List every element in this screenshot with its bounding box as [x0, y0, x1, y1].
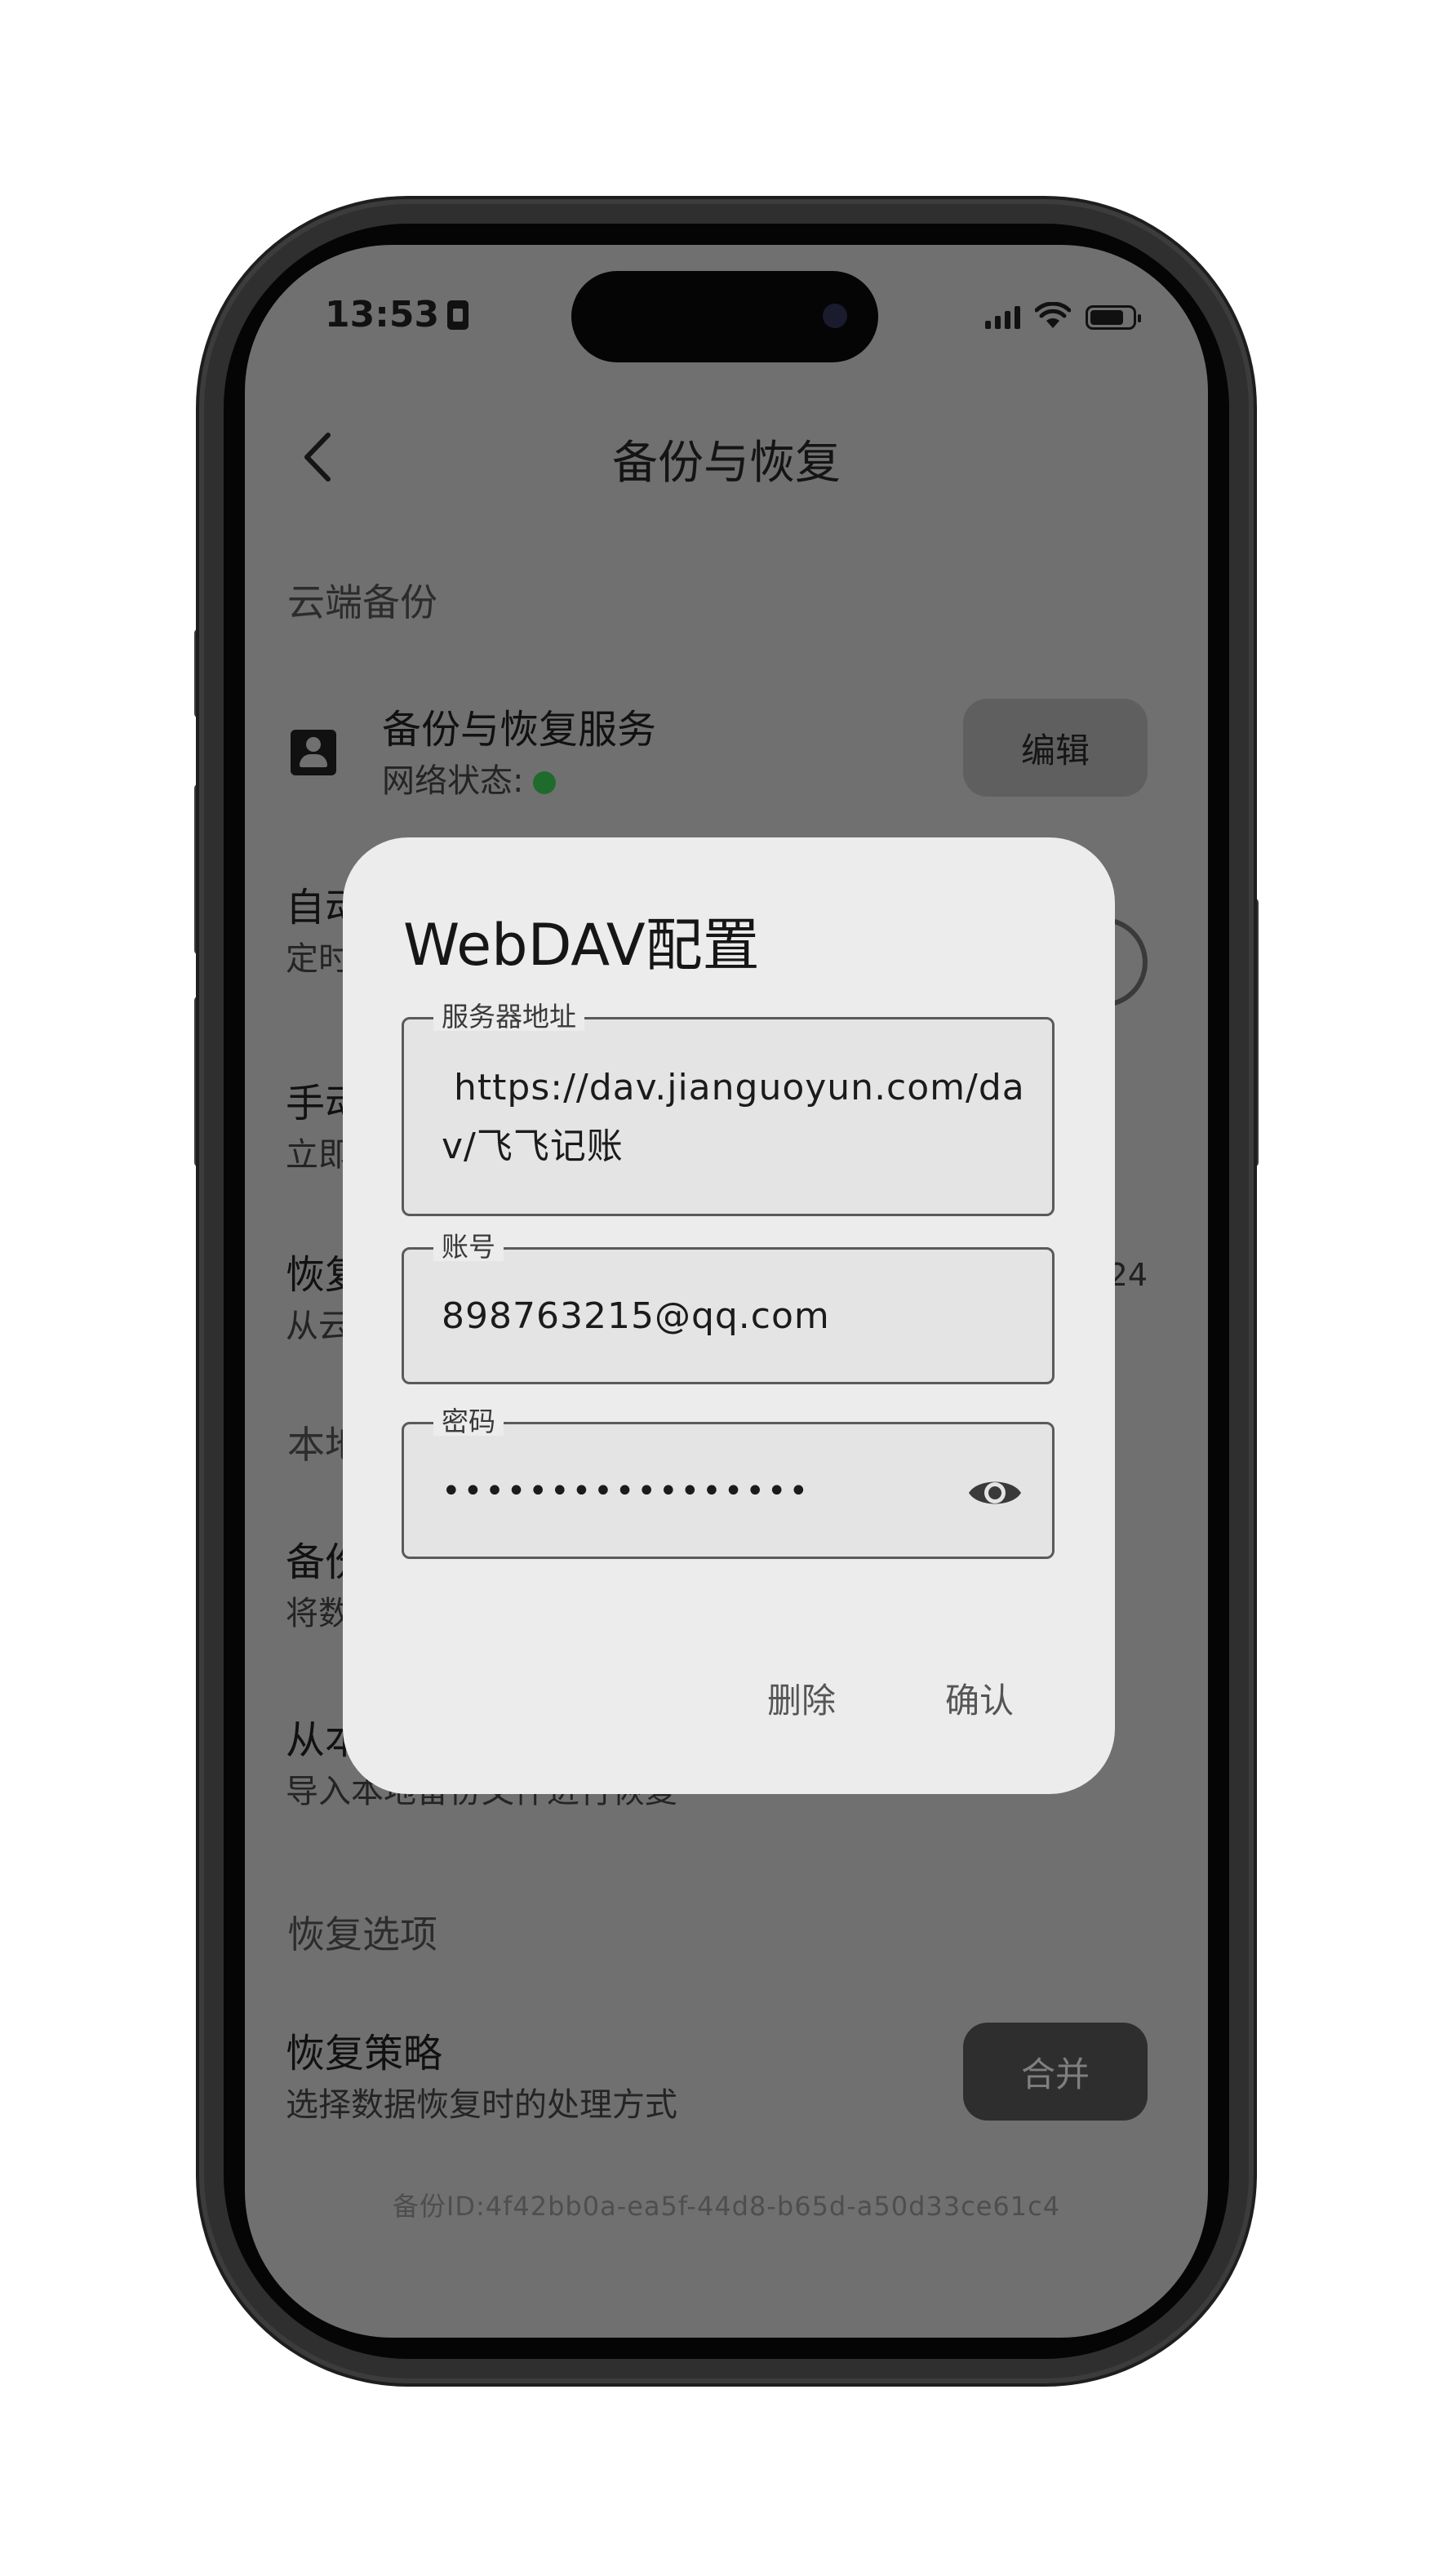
service-status-label: 网络状态: — [382, 762, 524, 800]
status-indicators — [985, 301, 1141, 333]
sim-icon — [447, 300, 469, 330]
account-box-icon — [291, 730, 336, 775]
restore-strategy-sub: 选择数据恢复时的处理方式 — [286, 2086, 677, 2124]
restore-strategy-button[interactable]: 合并 — [963, 2023, 1148, 2121]
dialog-title: WebDAV配置 — [403, 912, 760, 979]
section-restore-options: 恢复选项 — [287, 1912, 437, 1956]
wifi-icon — [1034, 301, 1072, 333]
service-status: 网络状态: — [382, 754, 557, 802]
server-url-label: 服务器地址 — [433, 1003, 584, 1031]
status-ok-dot-icon — [533, 771, 557, 794]
restore-strategy-title: 恢复策略 — [286, 2031, 443, 2076]
camera-icon — [823, 304, 847, 328]
webdav-config-dialog: WebDAV配置 服务器地址 https://dav.jianguoyun.co… — [343, 837, 1115, 1794]
status-time-text: 13:53 — [325, 294, 440, 335]
power-button — [1247, 898, 1259, 1167]
server-url-field[interactable]: 服务器地址 https://dav.jianguoyun.com/dav/飞飞记… — [402, 1003, 1055, 1216]
password-field[interactable]: 密码 ••••••••••••••••• — [402, 1408, 1055, 1559]
dynamic-island — [571, 271, 878, 362]
edit-button[interactable]: 编辑 — [963, 699, 1148, 797]
backup-id: 备份ID:4f42bb0a-ea5f-44d8-b65d-a50d33ce61c… — [392, 2191, 1061, 2222]
account-label: 账号 — [433, 1233, 504, 1261]
password-value[interactable]: ••••••••••••••••• — [442, 1462, 1028, 1521]
delete-button[interactable]: 删除 — [767, 1673, 836, 1723]
password-label: 密码 — [433, 1408, 504, 1436]
manual-backup-sub: 立即 — [286, 1136, 351, 1174]
server-url-value[interactable]: https://dav.jianguoyun.com/dav/飞飞记账 — [442, 1059, 1028, 1176]
eye-icon[interactable] — [966, 1463, 1024, 1522]
confirm-button[interactable]: 确认 — [945, 1673, 1014, 1723]
battery-icon — [1086, 305, 1141, 330]
restore-sub: 从云 — [286, 1308, 351, 1345]
section-cloud-backup: 云端备份 — [287, 580, 437, 624]
account-field[interactable]: 账号 898763215@qq.com — [402, 1233, 1055, 1384]
auto-backup-sub: 定时 — [286, 940, 351, 978]
status-time: 13:53 — [325, 294, 469, 335]
battery-level — [1090, 310, 1123, 325]
page-title: 备份与恢复 — [612, 437, 841, 490]
local-backup-sub: 将数 — [286, 1595, 351, 1632]
screen: 13:53 备份与恢复 云端备份 备份与恢复服务 网络状态: 编辑 自动 定时 … — [245, 245, 1208, 2338]
account-value[interactable]: 898763215@qq.com — [442, 1287, 1028, 1346]
service-title: 备份与恢复服务 — [382, 707, 657, 753]
signal-icon — [985, 306, 1020, 329]
